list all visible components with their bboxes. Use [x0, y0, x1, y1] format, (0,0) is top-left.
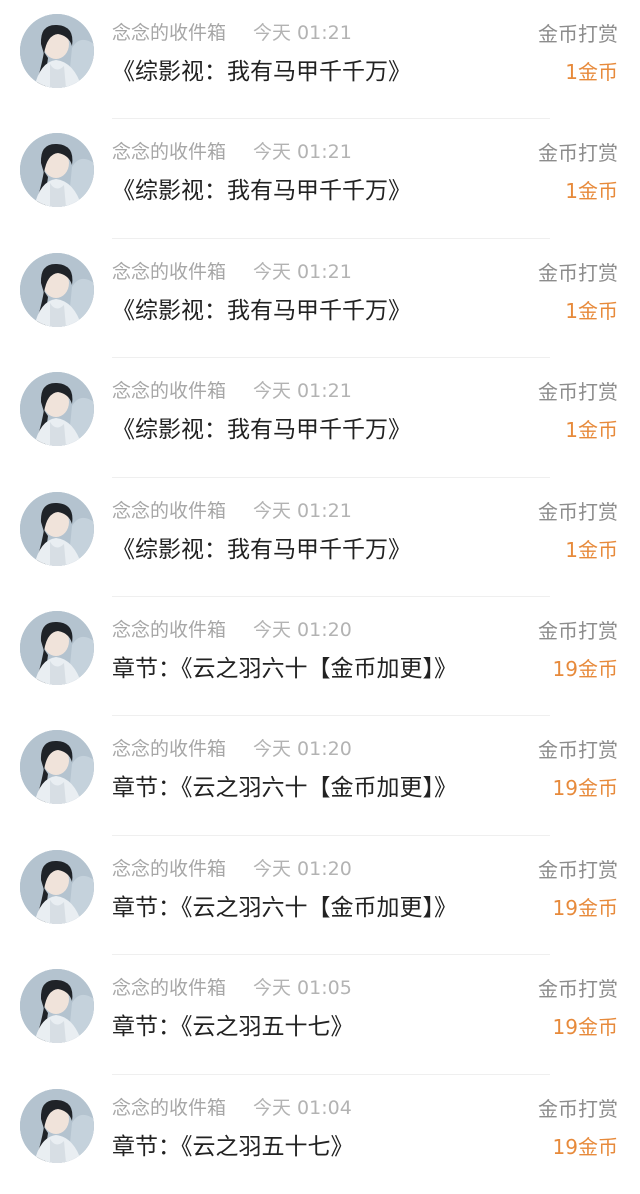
list-item[interactable]: 念念的收件箱 今天 01:20 章节：《云之羽六十【金币加更】》 金币打赏 19…	[0, 836, 640, 956]
list-item[interactable]: 念念的收件箱 今天 01:21 《综影视：我有马甲千千万》 金币打赏 1金币	[0, 0, 640, 120]
sender-name: 念念的收件箱	[112, 977, 227, 1000]
reward-amount: 1金币	[565, 418, 618, 443]
user-avatar[interactable]	[20, 14, 94, 88]
user-avatar[interactable]	[20, 252, 94, 327]
timestamp: 今天 01:05	[253, 977, 352, 1000]
reward-amount: 19金币	[552, 1015, 618, 1040]
reward-amount: 1金币	[565, 179, 618, 204]
user-avatar[interactable]	[20, 491, 94, 566]
reward-action-label: 金币打赏	[538, 738, 618, 763]
timestamp: 今天 01:04	[253, 1096, 352, 1119]
work-title[interactable]: 《综影视：我有马甲千千万》	[112, 52, 411, 86]
timestamp: 今天 01:20	[253, 857, 352, 880]
sender-name: 念念的收件箱	[112, 22, 227, 44]
work-title[interactable]: 《综影视：我有马甲千千万》	[112, 291, 411, 325]
user-avatar[interactable]	[20, 610, 94, 685]
sender-name: 念念的收件箱	[112, 141, 227, 164]
work-title[interactable]: 《综影视：我有马甲千千万》	[112, 530, 411, 564]
avatar-portrait-icon	[20, 610, 94, 685]
list-item[interactable]: 念念的收件箱 今天 01:20 章节：《云之羽六十【金币加更】》 金币打赏 19…	[0, 597, 640, 717]
avatar-portrait-icon	[20, 14, 94, 88]
list-item[interactable]: 念念的收件箱 今天 01:21 《综影视：我有马甲千千万》 金币打赏 1金币	[0, 478, 640, 597]
list-item[interactable]: 念念的收件箱 今天 01:21 《综影视：我有马甲千千万》 金币打赏 1金币	[0, 358, 640, 478]
timestamp: 今天 01:20	[253, 618, 352, 641]
user-avatar[interactable]	[20, 133, 94, 208]
sender-name: 念念的收件箱	[112, 260, 227, 283]
list-item[interactable]: 念念的收件箱 今天 01:21 《综影视：我有马甲千千万》 金币打赏 1金币	[0, 119, 640, 239]
avatar-portrait-icon	[20, 252, 94, 327]
reward-action-label: 金币打赏	[538, 260, 618, 285]
list-item[interactable]: 念念的收件箱 今天 01:21 《综影视：我有马甲千千万》 金币打赏 1金币	[0, 239, 640, 359]
reward-action-label: 金币打赏	[538, 380, 618, 405]
avatar-portrait-icon	[20, 372, 94, 447]
sender-name: 念念的收件箱	[112, 380, 227, 403]
work-title[interactable]: 《综影视：我有马甲千千万》	[112, 410, 411, 444]
work-title[interactable]: 章节：《云之羽六十【金币加更】》	[112, 649, 457, 683]
timestamp: 今天 01:21	[253, 260, 352, 283]
sender-name: 念念的收件箱	[112, 738, 227, 761]
timestamp: 今天 01:21	[253, 22, 352, 44]
avatar-portrait-icon	[20, 969, 94, 1044]
reward-action-label: 金币打赏	[538, 857, 618, 882]
reward-action-label: 金币打赏	[538, 141, 618, 166]
timestamp: 今天 01:21	[253, 380, 352, 403]
reward-amount: 19金币	[552, 656, 618, 681]
user-avatar[interactable]	[20, 969, 94, 1044]
reward-action-label: 金币打赏	[538, 499, 618, 524]
user-avatar[interactable]	[20, 372, 94, 447]
reward-amount: 19金币	[552, 895, 618, 920]
sender-name: 念念的收件箱	[112, 857, 227, 880]
reward-amount: 19金币	[552, 776, 618, 801]
avatar-portrait-icon	[20, 133, 94, 208]
work-title[interactable]: 章节：《云之羽五十七》	[112, 1127, 354, 1161]
reward-action-label: 金币打赏	[538, 618, 618, 643]
avatar-portrait-icon	[20, 1088, 94, 1163]
sender-name: 念念的收件箱	[112, 618, 227, 641]
user-avatar[interactable]	[20, 1088, 94, 1163]
timestamp: 今天 01:21	[253, 141, 352, 164]
sender-name: 念念的收件箱	[112, 1096, 227, 1119]
reward-amount: 19金币	[552, 1134, 618, 1159]
reward-action-label: 金币打赏	[538, 1096, 618, 1121]
work-title[interactable]: 章节：《云之羽六十【金币加更】》	[112, 768, 457, 802]
reward-amount: 1金币	[565, 298, 618, 323]
reward-amount: 1金币	[565, 60, 618, 84]
reward-action-label: 金币打赏	[538, 977, 618, 1002]
list-item[interactable]: 念念的收件箱 今天 01:20 章节：《云之羽六十【金币加更】》 金币打赏 19…	[0, 716, 640, 836]
work-title[interactable]: 章节：《云之羽五十七》	[112, 1007, 354, 1041]
user-avatar[interactable]	[20, 849, 94, 924]
avatar-portrait-icon	[20, 491, 94, 566]
avatar-portrait-icon	[20, 730, 94, 805]
timestamp: 今天 01:21	[253, 499, 352, 522]
timestamp: 今天 01:20	[253, 738, 352, 761]
work-title[interactable]: 章节：《云之羽六十【金币加更】》	[112, 888, 457, 922]
user-avatar[interactable]	[20, 730, 94, 805]
reward-action-label: 金币打赏	[538, 22, 618, 46]
reward-amount: 1金币	[565, 537, 618, 562]
avatar-portrait-icon	[20, 849, 94, 924]
list-item[interactable]: 念念的收件箱 今天 01:05 章节：《云之羽五十七》 金币打赏 19金币	[0, 955, 640, 1075]
work-title[interactable]: 《综影视：我有马甲千千万》	[112, 171, 411, 205]
sender-name: 念念的收件箱	[112, 499, 227, 522]
list-item[interactable]: 念念的收件箱 今天 01:04 章节：《云之羽五十七》 金币打赏 19金币	[0, 1075, 640, 1194]
reward-notification-list: 念念的收件箱 今天 01:21 《综影视：我有马甲千千万》 金币打赏 1金币 念…	[0, 0, 640, 1186]
